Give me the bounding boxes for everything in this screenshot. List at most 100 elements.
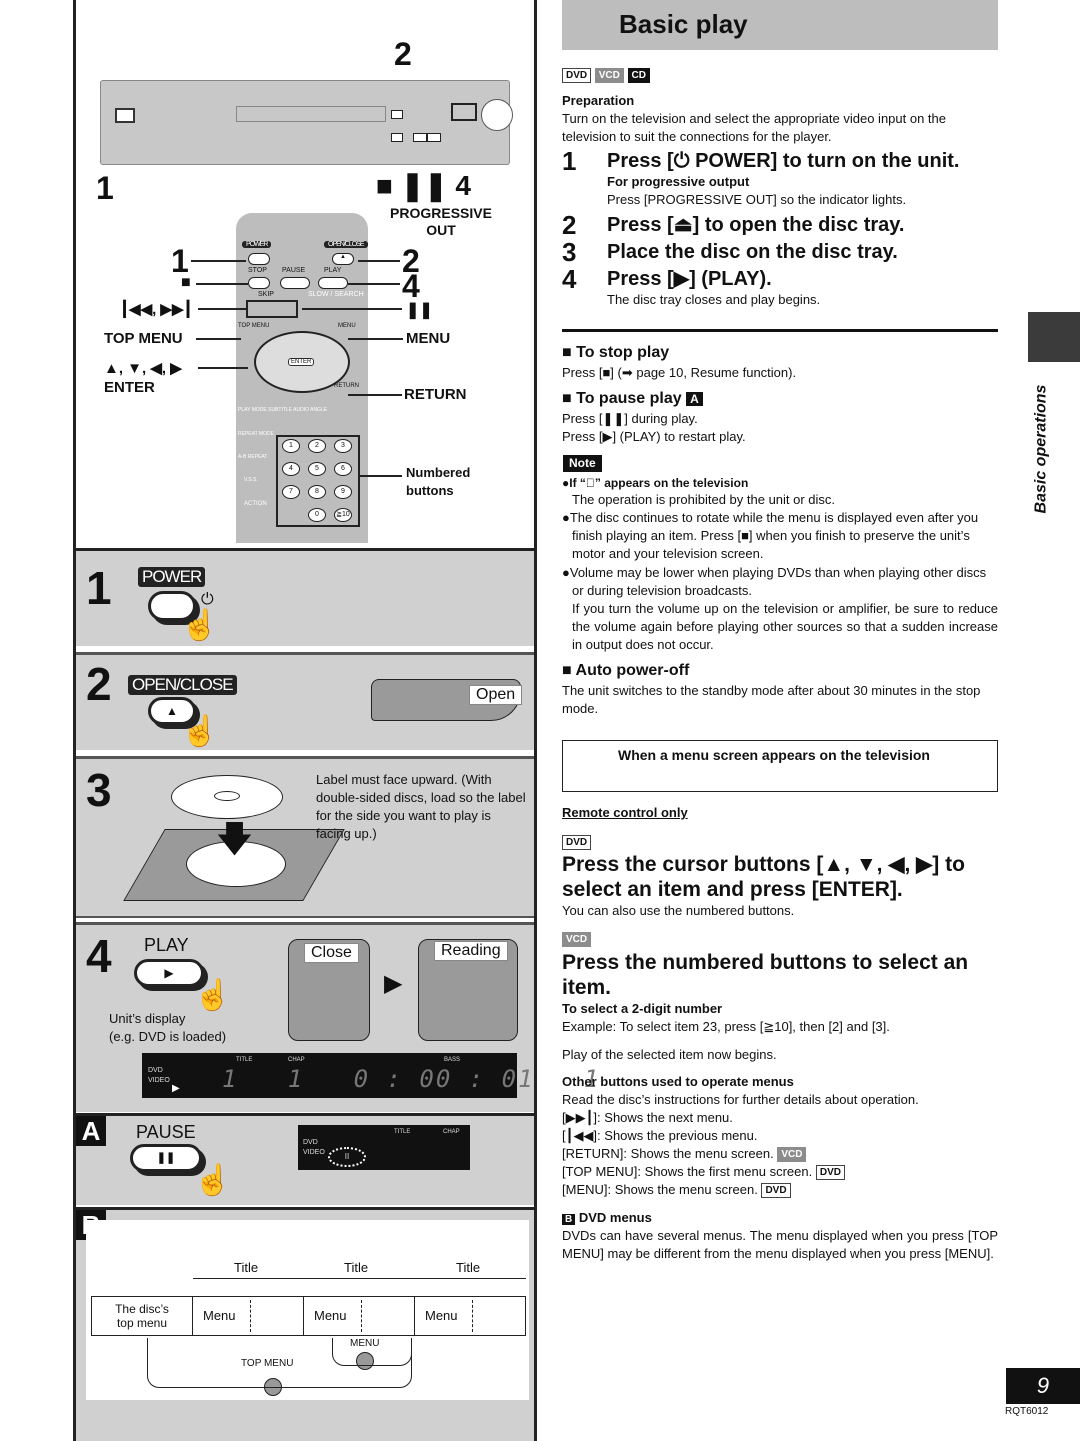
auto-power-off-heading-text: Auto power-off — [575, 662, 690, 679]
remote-number-button: 8 — [308, 485, 326, 499]
disc-tags: DVD VCD CD — [562, 66, 998, 84]
dvd-tag-row: DVD — [562, 833, 998, 851]
tag-vcd: VCD — [594, 68, 624, 84]
remote-slow-search-label: SLOW / SEARCH — [308, 291, 364, 298]
remote-play-mode-label: PLAY MODE — [238, 407, 267, 413]
callout-enter: ENTER — [104, 379, 155, 396]
step-4-subtext: The disc tray closes and play begins. — [607, 292, 821, 307]
unit-callout-stop-pause-4: ■ ❚❚ 4 — [376, 170, 471, 201]
dashed-divider — [250, 1300, 251, 1332]
remote-open-close-label: OPEN/CLOSE — [324, 241, 368, 248]
note-item-2: ●The disc continues to rotate while the … — [562, 510, 979, 561]
item-4-text: [TOP MENU]: Shows the first menu screen. — [562, 1164, 813, 1179]
stop-play-text: Press [■] (➡ page 10, Resume function). — [562, 365, 797, 380]
fd-dvd: DVD — [148, 1067, 163, 1074]
diagram-top-menu-cell: The disc’s top menu — [92, 1297, 193, 1335]
step2-open-close-label: OPEN/CLOSE — [128, 675, 237, 695]
note-item-3-text: Volume may be lower when playing DVDs th… — [569, 565, 987, 598]
remote-power-button — [248, 253, 270, 265]
pause-label: PAUSE — [136, 1122, 196, 1142]
diagram-title-1: Title — [234, 1260, 259, 1275]
unit-power-button — [115, 108, 135, 123]
stop-play-heading-text: To stop play — [576, 344, 670, 361]
remote-skip-label: SKIP — [258, 291, 274, 298]
hand-pointer-icon: ☝ — [181, 715, 219, 748]
remote-subtitle-label: SUBTITLE — [268, 407, 293, 413]
diagram-menu-path — [332, 1338, 412, 1366]
callout-line-4 — [348, 283, 400, 285]
dvd-instruction-text: You can also use the numbered buttons. — [562, 903, 795, 918]
callout-progressive-out: PROGRESSIVE OUT — [390, 205, 492, 238]
remote-open-button: ▲ — [332, 253, 354, 265]
section-side-label: Basic operations — [1032, 384, 1050, 514]
item-5-text: [MENU]: Shows the menu screen. — [562, 1182, 758, 1197]
remote-repeat-mode-label: REPEAT MODE — [238, 431, 274, 437]
remote-power-label: POWER — [242, 241, 272, 248]
diagram-title-2: Title — [344, 1260, 369, 1275]
remote-stop-button — [248, 277, 270, 289]
unit-stop-button — [391, 133, 403, 142]
callout-skip: ┃◀◀, ▶▶┃ — [120, 301, 193, 318]
unit-tray-slot — [236, 106, 386, 122]
tag-vcd: VCD — [777, 1147, 807, 1163]
page-title: Basic play — [619, 9, 748, 39]
other-buttons-item-4: [TOP MENU]: Shows the first menu screen.… — [562, 1163, 998, 1181]
dashed-divider — [361, 1300, 362, 1332]
remote-function-row-labels: PLAY MODE SUBTITLE AUDIO ANGLE — [238, 407, 368, 413]
preparation-heading: Preparation — [562, 93, 635, 108]
pause-play-badge: A — [686, 392, 703, 406]
dvd-menus-badge: B — [562, 1214, 576, 1225]
callout-numbered: Numbered buttons — [406, 465, 471, 498]
note-item-3-text2: If you turn the volume up on the televis… — [572, 601, 998, 652]
unit-front-display: DVD VIDEO ▶ TITLE CHAP BASS 1 1 0 : 00 :… — [142, 1053, 598, 1098]
pause-badge: A — [76, 1116, 106, 1146]
step-1-subtext: Press [PROGRESSIVE OUT] so the indicator… — [607, 192, 907, 207]
diagram-menu-cell-2: Menu — [304, 1297, 415, 1335]
callout-cursor: ▲, ▼, ◀, ▶ — [104, 360, 182, 377]
remote-stop-label: STOP — [248, 267, 267, 274]
step4-caption-1: Unit’s display — [109, 1011, 186, 1026]
power-icon: ⏻ — [201, 591, 214, 608]
disc-hole — [214, 791, 240, 801]
tag-dvd: DVD — [562, 835, 592, 851]
callout-stop: ■ — [181, 274, 191, 291]
remote-number-button: 4 — [282, 462, 300, 476]
pd-pause-indicator: II — [328, 1147, 366, 1167]
vcd-after: Play of the selected item now begins. — [562, 1047, 777, 1062]
note-item-1-bold: If “⃠” appears on the television — [569, 476, 749, 490]
hand-pointer-icon: ☝ — [181, 609, 219, 642]
step-3-number: 3 — [562, 237, 577, 267]
vcd-instruction-heading: Press the numbered buttons to select an … — [562, 951, 969, 999]
other-buttons-intro: Read the disc’s instructions for further… — [562, 1092, 919, 1107]
item-3-text: [RETURN]: Shows the menu screen. — [562, 1146, 774, 1161]
step-1-subheading: For progressive output — [607, 174, 750, 189]
pd-chap: CHAP — [443, 1129, 460, 1135]
remote-play-label: PLAY — [324, 267, 342, 274]
stop-play-heading: ■ To stop play — [562, 344, 998, 362]
page-number-box: 9 — [1006, 1368, 1080, 1404]
step-1-number: 1 — [562, 146, 577, 176]
illustration-column: 1 2 ■ ❚❚ 4 POWER OPEN/CLOSE ▲ STOP PAUSE… — [73, 0, 598, 1441]
remote-return-label: RETURN — [334, 383, 359, 389]
pause-button: ❚❚ — [130, 1144, 202, 1172]
step-1-text: Press [⏻ POWER] to turn on the unit. — [607, 150, 960, 172]
menus-diagram: Title Title Title The disc’s top menu Me… — [86, 1220, 529, 1400]
remote-illustration: POWER OPEN/CLOSE ▲ STOP PAUSE PLAY SKIP … — [236, 213, 368, 543]
remote-number-button: 3 — [334, 439, 352, 453]
callout-top-menu: TOP MENU — [104, 330, 183, 347]
menus-panel: B Title Title Title The disc’s top menu … — [76, 1207, 534, 1441]
diagram-title-arrows — [193, 1278, 526, 1279]
pause-play-line2: Press [▶] (PLAY) to restart play. — [562, 429, 746, 444]
unit-callout-1: 1 — [96, 170, 114, 206]
step-3-text: Place the disc on the disc tray. — [607, 241, 898, 263]
auto-power-off-heading: ■ Auto power-off — [562, 662, 998, 680]
display-close-label: Close — [304, 943, 359, 963]
callout-menu: MENU — [406, 330, 451, 347]
remote-play-button — [318, 277, 348, 289]
remote-only-label: Remote control only — [562, 805, 688, 820]
callout-line-menu — [348, 338, 403, 340]
step2-number: 2 — [86, 658, 112, 710]
callout-line-numbered — [358, 475, 402, 477]
dvd-menus-text: DVDs can have several menus. The menu di… — [562, 1228, 998, 1261]
preparation-text: Turn on the television and select the ap… — [562, 111, 946, 144]
